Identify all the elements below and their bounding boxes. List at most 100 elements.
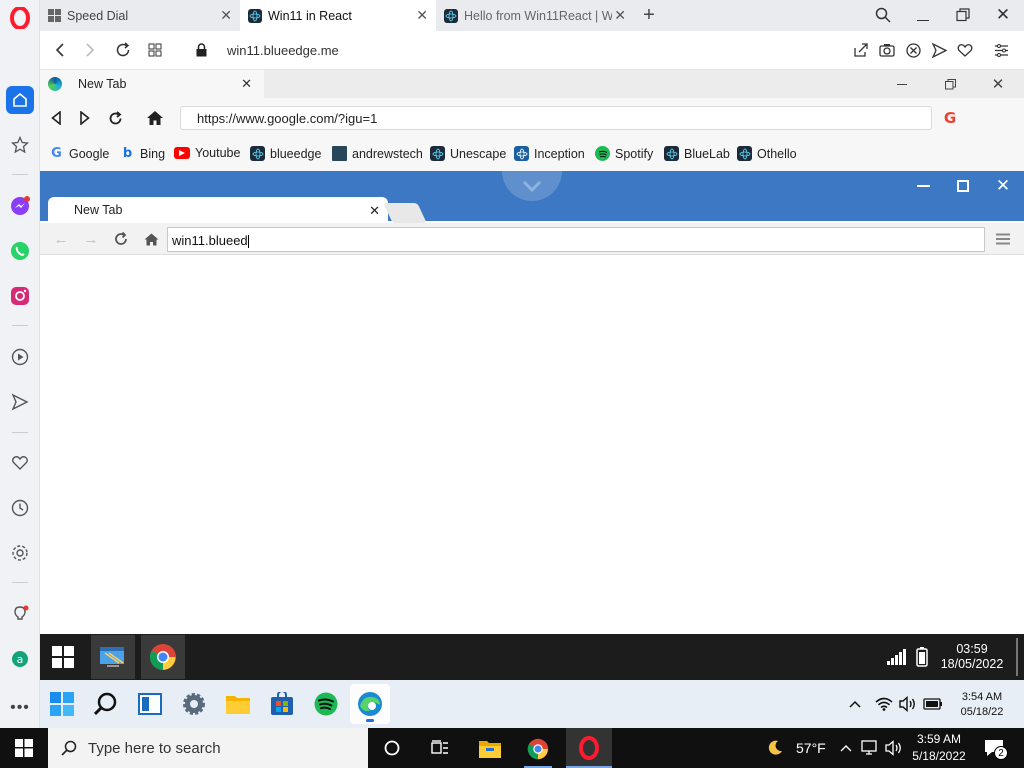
close-window-icon[interactable]: ✕ [992, 175, 1014, 197]
app-window-icon[interactable] [91, 635, 135, 679]
bookmark-google[interactable]: G Google [49, 146, 109, 161]
wifi-icon[interactable] [874, 694, 894, 714]
chrome-tab-new-tab[interactable]: New Tab ✕ [48, 197, 388, 223]
home-icon[interactable] [6, 86, 34, 114]
back-icon[interactable] [48, 109, 64, 127]
settings-gear-icon[interactable] [180, 690, 208, 718]
file-explorer-icon[interactable] [224, 690, 252, 718]
chevron-up-icon[interactable] [846, 694, 864, 714]
weather-moon-icon[interactable] [764, 738, 786, 758]
spotify-icon[interactable] [312, 690, 340, 718]
clock[interactable]: 03:59 18/05/2022 [936, 642, 1008, 672]
bookmark-blueedge[interactable]: blueedge [250, 146, 321, 161]
bookmark-andrewstech[interactable]: andrewstech [332, 146, 423, 161]
url-text[interactable]: win11.blueedge.me [227, 43, 339, 58]
chrome-app-icon[interactable] [520, 734, 556, 768]
history-clock-icon[interactable] [6, 494, 34, 522]
edge-url-input[interactable]: https://www.google.com/?igu=1 [180, 106, 932, 130]
windows-start-icon[interactable] [0, 728, 48, 768]
battery-charging-icon[interactable] [922, 694, 944, 714]
clock[interactable]: 3:59 AM 5/18/2022 [906, 731, 972, 765]
minimize-icon[interactable] [912, 4, 934, 26]
chrome-app-icon[interactable] [141, 635, 185, 679]
instagram-icon[interactable] [6, 282, 34, 310]
close-tab-icon[interactable]: ✕ [220, 7, 232, 24]
close-window-icon[interactable]: ✕ [992, 4, 1014, 26]
close-window-icon[interactable]: ✕ [988, 75, 1008, 93]
camera-icon[interactable] [878, 41, 896, 59]
task-view-icon[interactable] [426, 736, 454, 760]
chrome-menu-icon[interactable] [994, 230, 1012, 248]
settings-gear-icon[interactable] [6, 539, 34, 567]
store-icon[interactable] [268, 690, 296, 718]
bookmark-othello[interactable]: Othello [737, 146, 797, 161]
close-tab-icon[interactable]: ✕ [369, 203, 380, 219]
tab-win11-in-react[interactable]: Win11 in React ✕ [240, 0, 436, 31]
cortana-icon[interactable] [378, 736, 406, 760]
back-icon[interactable] [50, 40, 70, 60]
notifications-icon[interactable]: 2 [980, 736, 1008, 760]
reload-icon[interactable] [106, 109, 124, 127]
forward-icon[interactable]: → [82, 230, 100, 248]
google-g-icon[interactable]: G [940, 108, 960, 128]
lock-icon[interactable] [192, 40, 210, 60]
messenger-icon[interactable] [6, 192, 34, 220]
volume-icon[interactable] [898, 694, 918, 714]
opera-app-icon[interactable] [566, 728, 612, 768]
chrome-page-content[interactable] [40, 255, 1024, 634]
search-tabs-icon[interactable] [872, 4, 894, 26]
bookmark-bluelab[interactable]: BlueLab [664, 146, 730, 161]
opera-logo-icon[interactable] [6, 4, 34, 32]
volume-icon[interactable] [884, 739, 904, 757]
bookmark-inception[interactable]: Inception [514, 146, 585, 161]
new-tab-plus-icon[interactable]: + [638, 4, 660, 26]
home-icon[interactable] [144, 108, 166, 128]
tabs-grid-icon[interactable] [145, 40, 165, 60]
tips-bulb-icon[interactable] [6, 600, 34, 628]
widgets-icon[interactable] [136, 690, 164, 718]
bookmark-spotify[interactable]: Spotify [595, 146, 653, 161]
bookmark-youtube[interactable]: Youtube [174, 146, 240, 160]
reload-icon[interactable] [112, 230, 130, 248]
bookmark-unescape[interactable]: Unescape [430, 146, 506, 161]
search-icon[interactable] [92, 690, 120, 718]
heart-icon[interactable] [956, 41, 974, 59]
reload-icon[interactable] [113, 40, 133, 60]
windows-11-start-icon[interactable] [48, 690, 76, 718]
send-icon[interactable] [930, 41, 948, 59]
minimize-icon[interactable] [912, 177, 934, 195]
taskbar-search-input[interactable]: Type here to search [48, 728, 368, 768]
chrome-omnibox-input[interactable]: win11.blueed [167, 227, 985, 252]
windows-start-icon[interactable] [50, 644, 76, 670]
forward-icon[interactable] [77, 109, 93, 127]
more-dots-icon[interactable]: ••• [6, 694, 34, 722]
player-icon[interactable] [6, 343, 34, 371]
easy-setup-menu-icon[interactable] [992, 41, 1010, 59]
show-desktop-button[interactable] [1016, 638, 1018, 676]
share-icon[interactable] [852, 41, 870, 59]
edge-app-icon[interactable] [350, 684, 390, 724]
maximize-icon[interactable] [952, 176, 974, 196]
bookmark-bing[interactable]: b Bing [120, 146, 165, 161]
home-icon[interactable] [142, 230, 160, 248]
restore-icon[interactable] [952, 4, 974, 26]
clock[interactable]: 3:54 AM 05/18/22 [950, 690, 1014, 720]
whatsapp-icon[interactable] [6, 237, 34, 265]
send-icon[interactable] [6, 388, 34, 416]
forward-icon[interactable] [80, 40, 100, 60]
aria-icon[interactable]: a [6, 645, 34, 673]
heart-icon[interactable] [6, 449, 34, 477]
weather-temp[interactable]: 57°F [796, 740, 826, 756]
adblock-icon[interactable] [904, 41, 922, 59]
restore-icon[interactable] [940, 76, 960, 92]
close-tab-icon[interactable]: ✕ [416, 7, 428, 24]
tab-hello-from-win11react[interactable]: Hello from Win11React | W ✕ [436, 0, 634, 31]
close-tab-icon[interactable]: ✕ [614, 7, 626, 24]
chevron-up-icon[interactable] [838, 740, 854, 756]
network-icon[interactable] [860, 739, 880, 757]
file-explorer-icon[interactable] [472, 734, 508, 764]
bookmarks-star-icon[interactable] [6, 131, 34, 159]
back-icon[interactable]: ← [52, 230, 70, 248]
close-tab-icon[interactable]: ✕ [241, 76, 252, 92]
minimize-icon[interactable] [892, 76, 912, 92]
